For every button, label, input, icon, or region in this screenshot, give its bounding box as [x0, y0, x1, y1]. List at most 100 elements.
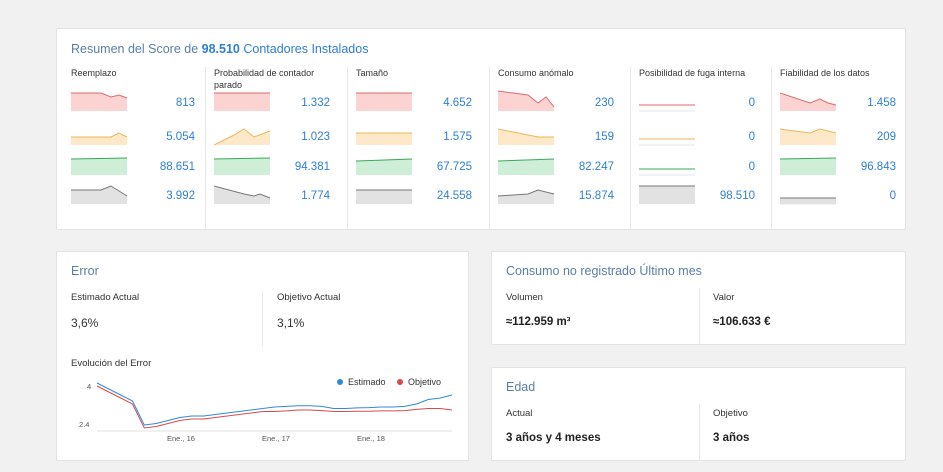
x-tick-2: Ene., 17	[262, 434, 290, 443]
summary-row-red[interactable]: 813	[71, 89, 211, 119]
summary-value[interactable]: 0	[749, 97, 755, 109]
summary-value[interactable]: 24.558	[437, 190, 472, 202]
volumen-value: ≈112.959 m³	[506, 316, 571, 328]
summary-row-green[interactable]: 82.247	[498, 153, 630, 183]
summary-col-0: Reemplazo 813 5.054 88.651 3.992	[71, 67, 211, 229]
summary-value[interactable]: 0	[749, 161, 755, 173]
summary-col-header: Probabilidad de contador parado	[214, 68, 315, 90]
summary-value[interactable]: 96.843	[861, 161, 896, 173]
sparkline-red	[356, 92, 412, 111]
summary-value[interactable]: 1.458	[867, 97, 896, 109]
sparkline-green	[780, 157, 837, 175]
summary-row-orange[interactable]: 209	[780, 123, 912, 153]
x-tick-3: Ene., 18	[357, 434, 385, 443]
sparkline-gray	[356, 189, 412, 204]
sparkline-green	[639, 168, 695, 176]
summary-col-header: Tamaño	[356, 68, 389, 78]
summary-row-green[interactable]: 0	[639, 153, 771, 183]
edad-card: Edad Actual 3 años y 4 meses Objetivo 3 …	[491, 367, 906, 461]
summary-col-header: Reemplazo	[71, 68, 117, 78]
summary-value[interactable]: 94.381	[295, 161, 330, 173]
summary-value[interactable]: 3.992	[166, 190, 195, 202]
error-title: Error	[71, 264, 99, 278]
summary-value[interactable]: 5.054	[166, 131, 195, 143]
summary-row-green[interactable]: 94.381	[214, 153, 346, 183]
sparkline-orange	[356, 132, 412, 145]
sparkline-green	[71, 157, 128, 175]
summary-row-gray[interactable]: 1.774	[214, 182, 346, 212]
summary-row-gray[interactable]: 24.558	[356, 182, 488, 212]
summary-value[interactable]: 88.651	[160, 161, 195, 173]
sparkline-green	[498, 158, 555, 175]
summary-row-green[interactable]: 67.725	[356, 153, 488, 183]
summary-row-red[interactable]: 1.332	[214, 89, 346, 119]
sparkline-red	[780, 92, 837, 111]
summary-row-orange[interactable]: 0	[639, 123, 771, 153]
edad-title: Edad	[506, 380, 536, 394]
sparkline-gray	[214, 185, 271, 204]
summary-col-4: Posibilidad de fuga interna 0 0 0 98.510	[630, 67, 770, 229]
summary-col-2: Tamaño 4.652 1.575 67.725 24.558	[347, 67, 487, 229]
summary-value[interactable]: 98.510	[720, 190, 755, 202]
summary-col-3: Consumo anómalo 230 159 82.247 15.874	[489, 67, 629, 229]
summary-row-gray[interactable]: 98.510	[639, 182, 771, 212]
sparkline-gray	[780, 197, 836, 205]
summary-value[interactable]: 209	[877, 131, 896, 143]
summary-row-red[interactable]: 230	[498, 89, 630, 119]
summary-count[interactable]: 98.510	[202, 42, 240, 56]
sparkline-red	[639, 104, 695, 112]
summary-row-orange[interactable]: 1.023	[214, 123, 346, 153]
summary-row-orange[interactable]: 159	[498, 123, 630, 153]
summary-row-red[interactable]: 4.652	[356, 89, 488, 119]
summary-row-green[interactable]: 96.843	[780, 153, 912, 183]
summary-row-orange[interactable]: 5.054	[71, 123, 211, 153]
summary-title-prefix: Resumen del Score de	[71, 42, 199, 56]
summary-row-green[interactable]: 88.651	[71, 153, 211, 183]
estimado-actual-value: 3,6%	[71, 316, 99, 330]
valor-value: ≈106.633 €	[713, 316, 771, 328]
summary-row-red[interactable]: 1.458	[780, 89, 912, 119]
score-summary-card: Resumen del Score de 98.510 Contadores I…	[56, 28, 906, 230]
summary-value[interactable]: 67.725	[437, 161, 472, 173]
summary-value[interactable]: 15.874	[579, 190, 614, 202]
sparkline-gray	[71, 185, 128, 204]
summary-value[interactable]: 159	[595, 131, 614, 143]
summary-row-gray[interactable]: 0	[780, 182, 912, 212]
edad-actual-label: Actual	[506, 408, 533, 419]
edad-objetivo-label: Objetivo	[713, 408, 748, 419]
summary-value[interactable]: 1.023	[301, 131, 330, 143]
sparkline-gray	[498, 189, 555, 204]
summary-value[interactable]: 230	[595, 97, 614, 109]
summary-value[interactable]: 1.332	[301, 97, 330, 109]
summary-col-5: Fiabilidad de los datos 1.458 209 96.843 0	[771, 67, 911, 229]
consumo-title: Consumo no registrado Último mes	[506, 264, 702, 278]
sparkline-green	[214, 157, 271, 175]
summary-row-orange[interactable]: 1.575	[356, 123, 488, 153]
summary-value[interactable]: 82.247	[579, 161, 614, 173]
x-tick-1: Ene., 16	[167, 434, 195, 443]
summary-col-1: Probabilidad de contador parado 1.332 1.02…	[205, 67, 345, 229]
sparkline-gray	[639, 185, 695, 204]
summary-row-red[interactable]: 0	[639, 89, 771, 119]
chart-title: Evolución del Error	[71, 358, 152, 369]
sparkline-orange	[498, 128, 554, 145]
summary-value[interactable]: 813	[176, 97, 195, 109]
edad-objetivo-value: 3 años	[713, 432, 750, 444]
summary-col-header: Fiabilidad de los datos	[780, 68, 870, 78]
summary-value[interactable]: 1.774	[301, 190, 330, 202]
summary-col-header: Consumo anómalo	[498, 68, 574, 78]
estimado-actual-label: Estimado Actual	[71, 292, 140, 303]
summary-row-gray[interactable]: 3.992	[71, 182, 211, 212]
sparkline-orange	[639, 138, 695, 146]
summary-value[interactable]: 1.575	[443, 131, 472, 143]
summary-value[interactable]: 4.652	[443, 97, 472, 109]
sparkline-orange	[214, 128, 271, 146]
sparkline-orange	[780, 128, 837, 145]
summary-title-suffix[interactable]: Contadores Instalados	[243, 42, 368, 56]
error-evolution-chart[interactable]	[96, 377, 467, 437]
consumo-no-registrado-card: Consumo no registrado Último mes Volumen…	[491, 251, 906, 345]
summary-row-gray[interactable]: 15.874	[498, 182, 630, 212]
summary-value[interactable]: 0	[890, 190, 896, 202]
sparkline-red	[71, 92, 128, 111]
summary-value[interactable]: 0	[749, 131, 755, 143]
